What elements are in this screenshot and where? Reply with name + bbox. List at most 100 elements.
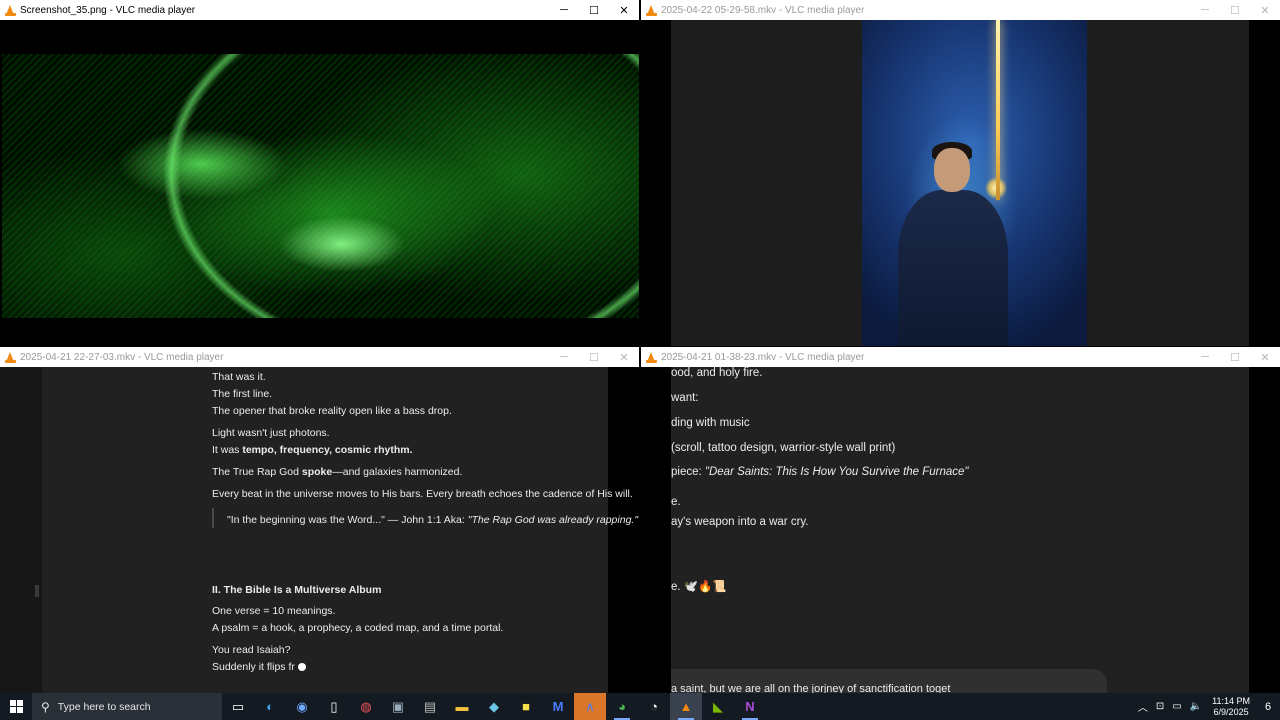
italic-text-run: "Dear Saints: This Is How You Survive th… xyxy=(704,466,969,478)
doc-line: piece: "Dear Saints: This Is How You Sur… xyxy=(671,466,969,478)
doc-line: It was tempo, frequency, cosmic rhythm. xyxy=(212,444,413,456)
close-button[interactable]: ✕ xyxy=(609,347,639,367)
text-run: The True Rap God xyxy=(212,466,302,478)
chevron-up-icon[interactable]: ︿ xyxy=(1138,699,1148,714)
italic-text-run: "The Rap God was already rapping." xyxy=(467,514,639,526)
vlc-window-screenshot[interactable]: Screenshot_35.png - VLC media player ─ ☐… xyxy=(0,0,639,346)
sticky-notes-icon[interactable]: ■ xyxy=(510,693,542,720)
app-blue-icon[interactable]: ◆ xyxy=(478,693,510,720)
bold-text-run: tempo, frequency, cosmic rhythm. xyxy=(242,444,413,456)
chrome-icon[interactable]: ◕ xyxy=(606,693,638,720)
doc-line: Suddenly it flips fr xyxy=(212,661,306,673)
doc-line: ay's weapon into a war cry. xyxy=(671,516,809,528)
text-run: —and galaxies harmonized. xyxy=(332,466,463,478)
section-heading: II. The Bible Is a Multiverse Album xyxy=(212,584,382,596)
maximize-button[interactable]: ☐ xyxy=(1220,0,1250,20)
vlc-cone-icon xyxy=(646,4,657,16)
text-run: It was xyxy=(212,444,243,456)
vlc-window-document-left[interactable]: 2025-04-21 22-27-03.mkv - VLC media play… xyxy=(0,347,639,693)
chat-document: ood, and holy fire. want: ding with musi… xyxy=(671,367,1249,693)
left-sidebar-strip xyxy=(0,367,42,693)
app-window-icon[interactable]: ▤ xyxy=(414,693,446,720)
taskbar-search-box[interactable]: ⚲ Type here to search xyxy=(32,693,222,720)
figure-head xyxy=(934,148,970,192)
doc-line: One verse = 10 meanings. xyxy=(212,605,336,617)
minimize-button[interactable]: ─ xyxy=(1190,0,1220,20)
notification-count: 6 xyxy=(1264,700,1272,713)
start-button[interactable] xyxy=(0,693,32,720)
bold-text-run: spoke xyxy=(301,466,333,478)
vlc-window-document-right[interactable]: 2025-04-21 01-38-23.mkv - VLC media play… xyxy=(641,347,1280,693)
text-run: piece: xyxy=(671,466,705,478)
clock-date: 6/9/2025 xyxy=(1213,706,1249,717)
maximize-button[interactable]: ☐ xyxy=(579,347,609,367)
window-title: 2025-04-21 22-27-03.mkv - VLC media play… xyxy=(20,351,224,363)
clock[interactable]: 11:14 PM 6/9/2025 xyxy=(1212,696,1250,718)
system-tray: ︿ ⊡ ▭ 🔈 11:14 PM 6/9/2025 6 xyxy=(1134,693,1280,720)
video-surface[interactable] xyxy=(641,20,1280,346)
doc-line: Every beat in the universe moves to His … xyxy=(212,488,633,500)
window-title: 2025-04-21 01-38-23.mkv - VLC media play… xyxy=(661,351,865,363)
video-surface[interactable]: That was it. The first line. The opener … xyxy=(0,367,639,693)
man-with-glowing-spear-painting xyxy=(862,20,1087,346)
chat-document: That was it. The first line. The opener … xyxy=(42,367,638,693)
volume-icon[interactable]: 🔈 xyxy=(1190,701,1202,712)
search-placeholder: Type here to search xyxy=(57,700,151,713)
close-button[interactable]: ✕ xyxy=(1250,347,1280,367)
doc-line: (scroll, tattoo design, warrior-style wa… xyxy=(671,442,896,454)
figure-body xyxy=(898,190,1008,346)
device-icon[interactable]: ⊡ xyxy=(1156,701,1164,712)
video-surface[interactable] xyxy=(0,20,639,346)
onenote-icon[interactable]: N xyxy=(734,693,766,720)
message-input-text[interactable]: a saint, but we are all on the jorjney o… xyxy=(671,683,950,693)
document-icon[interactable]: ▯ xyxy=(318,693,350,720)
minimize-button[interactable]: ─ xyxy=(1190,347,1220,367)
doc-line-emoji: e. 🕊️🔥📜 xyxy=(671,581,727,593)
app-wave-icon[interactable]: ∧ xyxy=(574,693,606,720)
minimize-button[interactable]: ─ xyxy=(549,0,579,20)
green-particle-wave-image xyxy=(2,54,639,318)
blockquote-bar xyxy=(212,508,214,528)
task-view-icon[interactable]: ▭ xyxy=(222,693,254,720)
app-m-icon[interactable]: M xyxy=(542,693,574,720)
message-input-box[interactable]: a saint, but we are all on the jorjney o… xyxy=(671,669,1107,693)
windows-logo-icon xyxy=(9,700,23,713)
vlc-taskbar-icon[interactable]: ▲ xyxy=(670,693,702,720)
close-button[interactable]: ✕ xyxy=(1250,0,1280,20)
text-run: Suddenly it flips fr xyxy=(212,661,295,673)
minimize-button[interactable]: ─ xyxy=(549,347,579,367)
edge-browser-icon[interactable]: ◐ xyxy=(254,693,286,720)
notification-center-icon[interactable]: 6 xyxy=(1256,693,1280,720)
doc-line: The first line. xyxy=(212,388,273,400)
doc-line: Light wasn't just photons. xyxy=(212,427,330,439)
maximize-button[interactable]: ☐ xyxy=(579,0,609,20)
network-icon[interactable]: ▭ xyxy=(1172,701,1181,712)
window-title: Screenshot_35.png - VLC media player xyxy=(20,4,196,16)
close-button[interactable]: ✕ xyxy=(609,0,639,20)
video-surface[interactable]: ood, and holy fire. want: ding with musi… xyxy=(641,367,1280,693)
vlc-cone-icon xyxy=(646,351,657,363)
doc-line: You read Isaiah? xyxy=(212,644,291,656)
nvidia-icon[interactable]: ◣ xyxy=(702,693,734,720)
typing-cursor-dot-icon xyxy=(297,663,306,672)
scrollbar-thumb[interactable] xyxy=(35,585,39,597)
blockquote: "In the beginning was the Word..." — Joh… xyxy=(227,514,638,526)
vlc-cone-icon xyxy=(5,4,16,16)
title-bar[interactable]: 2025-04-21 22-27-03.mkv - VLC media play… xyxy=(0,347,639,367)
app-box-icon[interactable]: ▣ xyxy=(382,693,414,720)
vlc-window-painting[interactable]: 2025-04-22 05-29-58.mkv - VLC media play… xyxy=(641,0,1280,346)
glowing-spear xyxy=(996,20,1000,200)
app-gauge-icon[interactable]: ◔ xyxy=(638,693,670,720)
title-bar[interactable]: 2025-04-21 01-38-23.mkv - VLC media play… xyxy=(641,347,1280,367)
app-cb-icon[interactable]: ◉ xyxy=(286,693,318,720)
doc-line: That was it. xyxy=(212,371,266,383)
app-red-circle-icon[interactable]: ◍ xyxy=(350,693,382,720)
window-title: 2025-04-22 05-29-58.mkv - VLC media play… xyxy=(661,4,865,16)
search-icon: ⚲ xyxy=(41,699,50,714)
maximize-button[interactable]: ☐ xyxy=(1220,347,1250,367)
file-explorer-icon[interactable]: ▬ xyxy=(446,693,478,720)
title-bar[interactable]: Screenshot_35.png - VLC media player ─ ☐… xyxy=(0,0,639,20)
doc-line: A psalm = a hook, a prophecy, a coded ma… xyxy=(212,622,504,634)
title-bar[interactable]: 2025-04-22 05-29-58.mkv - VLC media play… xyxy=(641,0,1280,20)
text-run: "In the beginning was the Word..." — Joh… xyxy=(227,514,468,526)
